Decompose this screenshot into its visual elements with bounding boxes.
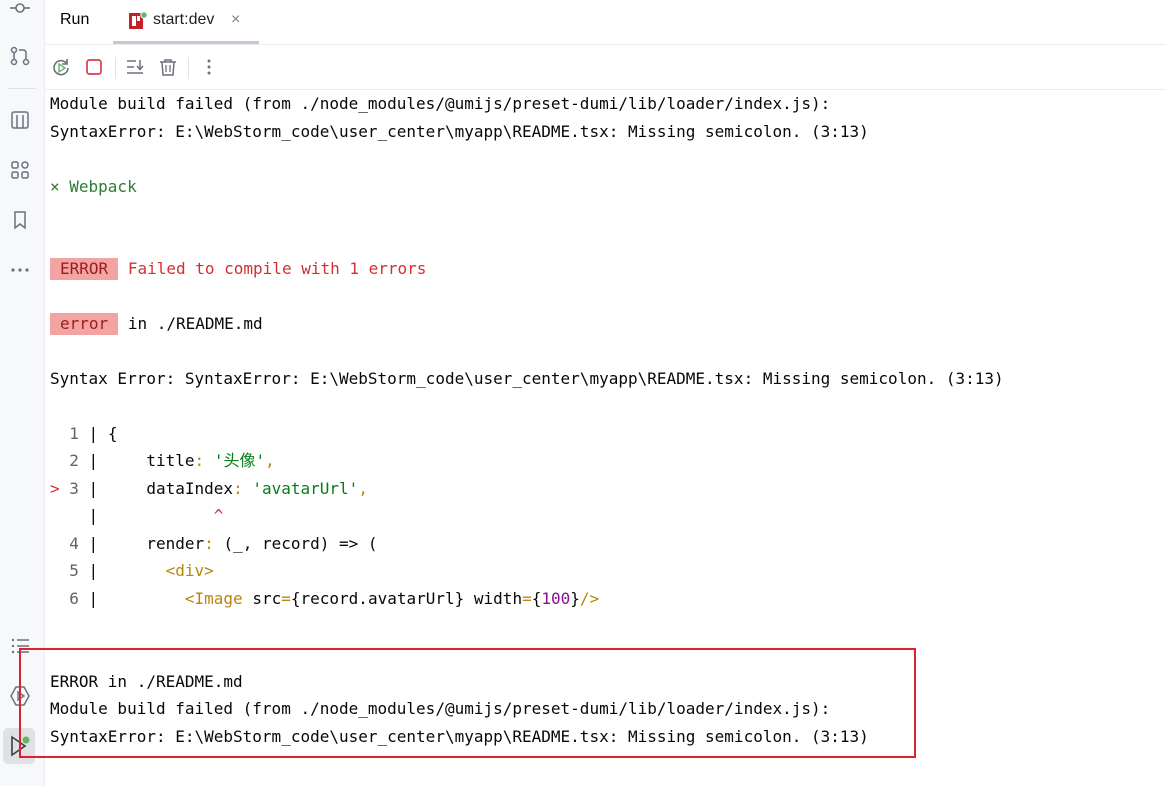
structure-icon[interactable] [6, 106, 34, 134]
scroll-to-end-icon[interactable] [123, 55, 147, 79]
error-caret: ^ [213, 506, 224, 525]
compile-error-line: ERROR Failed to compile with 1 errors [50, 258, 426, 280]
commit-icon[interactable] [6, 0, 34, 22]
error-small-badge: error [50, 313, 119, 335]
error-in-file: in ./README.md [127, 314, 263, 333]
syntax-error-line: Syntax Error: SyntaxError: E:\WebStorm_c… [50, 369, 1004, 388]
npm-run-icon [128, 11, 148, 31]
run-tab-bar: Run start:dev × [45, 0, 1166, 45]
plugins-icon[interactable] [6, 156, 34, 184]
webpack-status: × Webpack [50, 177, 137, 196]
code-frame-line: 4 | render: (_, record) => ( [69, 534, 378, 553]
close-icon[interactable]: × [231, 11, 240, 29]
more-vertical-icon[interactable] [197, 55, 221, 79]
compile-error-message: Failed to compile with 1 errors [127, 259, 427, 278]
strip-divider [8, 88, 36, 89]
rerun-icon[interactable] [49, 55, 73, 79]
run-tool-window: Run start:dev × Module build failed (fro… [0, 0, 1166, 786]
code-frame-line-highlighted: > 3 | dataIndex: 'avatarUrl', [50, 479, 368, 498]
error-badge: ERROR [50, 258, 119, 280]
error-highlight-box [19, 648, 916, 758]
stop-icon[interactable] [82, 55, 106, 79]
toolbar-separator [115, 57, 116, 79]
bookmark-icon[interactable] [6, 206, 34, 234]
code-frame-line: 2 | title: '头像', [69, 451, 275, 470]
console-line: SyntaxError: E:\WebStorm_code\user_cente… [50, 122, 869, 141]
code-frame-line: 5 | <div> [69, 561, 214, 580]
clear-icon[interactable] [156, 55, 180, 79]
toolbar-separator [188, 57, 189, 79]
console-line: Module build failed (from ./node_modules… [50, 94, 831, 113]
code-frame-caret-line: | ^ [50, 506, 224, 525]
pull-request-icon[interactable] [6, 42, 34, 70]
error-in-line: error in ./README.md [50, 313, 263, 335]
tab-start-dev-label: start:dev [153, 11, 215, 28]
code-frame-line: 6 | <Image src={record.avatarUrl} width=… [69, 589, 600, 608]
tab-start-dev[interactable]: start:dev × [113, 0, 259, 44]
more-icon[interactable] [6, 256, 34, 284]
code-frame-line: 1 | { [69, 424, 118, 443]
run-title: Run [60, 11, 90, 28]
console-toolbar [45, 45, 1166, 90]
